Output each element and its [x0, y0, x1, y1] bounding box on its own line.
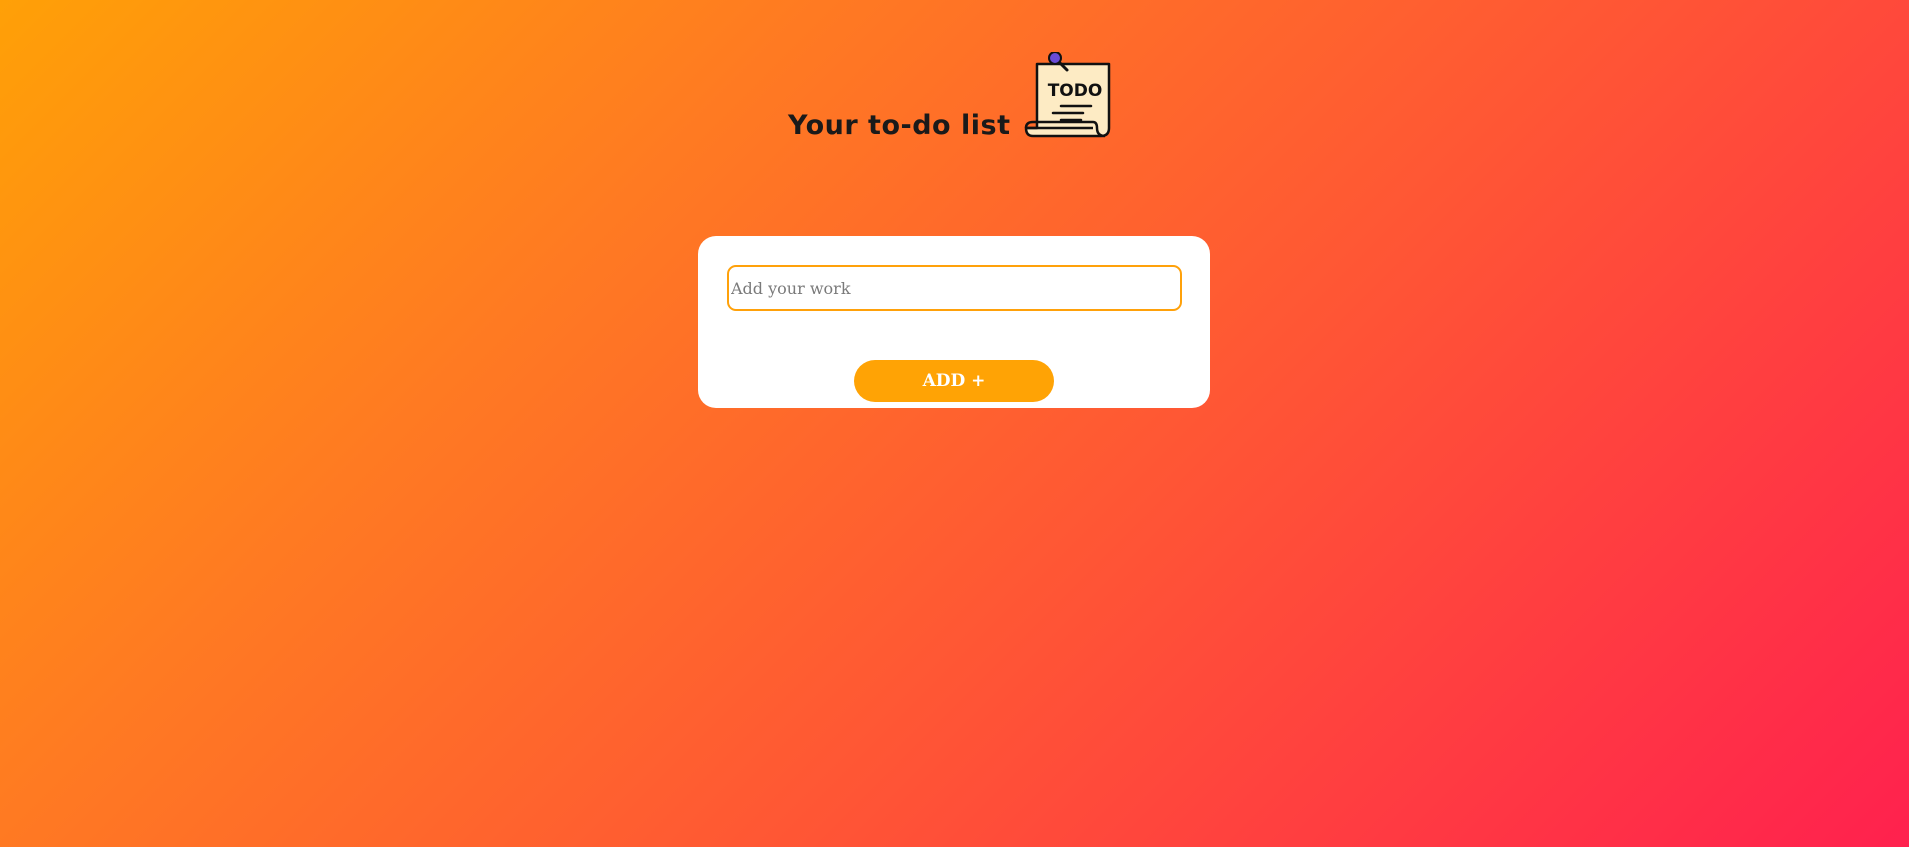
todo-card: ADD +: [698, 236, 1210, 408]
todo-note-icon: TODO: [1024, 52, 1111, 138]
page-title: Your to-do list: [788, 110, 1011, 141]
work-input[interactable]: [727, 265, 1182, 311]
add-button[interactable]: ADD +: [854, 360, 1054, 402]
header: Your to-do list TODO: [788, 52, 1118, 144]
todo-icon-text: TODO: [1048, 81, 1103, 101]
